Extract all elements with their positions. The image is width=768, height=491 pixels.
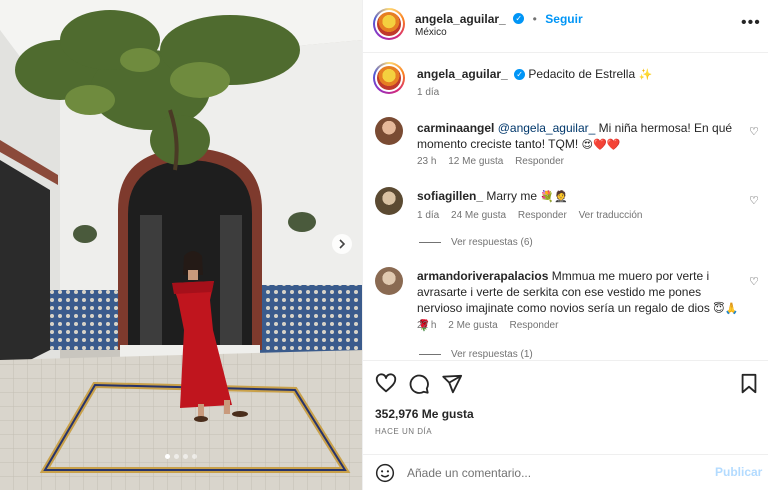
comment-username[interactable]: sofiagillen_ — [417, 189, 483, 203]
post-header: angela_aguilar_ ✓ • Seguir México ••• — [363, 0, 768, 53]
comment-icon[interactable] — [408, 373, 430, 395]
comment-meta: 1 día 24 Me gusta Responder Ver traducci… — [417, 210, 652, 221]
comment-item: sofiagillen_ Marry me 💐🤵 — [417, 188, 743, 205]
author-avatar[interactable] — [373, 8, 405, 40]
carousel-next-button[interactable] — [332, 234, 352, 254]
caption-time[interactable]: 1 día — [417, 87, 439, 98]
carousel-indicator — [0, 454, 362, 459]
comment-heart-icon[interactable]: ♡ — [749, 275, 759, 288]
view-replies-button[interactable]: Ver respuestas (6) — [419, 237, 533, 248]
verified-badge-icon: ✓ — [513, 13, 525, 25]
caption-username[interactable]: angela_aguilar_ — [417, 67, 508, 81]
reply-button[interactable]: Responder — [518, 210, 567, 221]
commenter-avatar[interactable] — [375, 117, 403, 145]
follow-button[interactable]: Seguir — [545, 12, 582, 26]
comment-meta: 23 h 12 Me gusta Responder — [417, 156, 573, 167]
comment-mention[interactable]: @angela_aguilar_ — [498, 121, 596, 135]
view-replies-label[interactable]: Ver respuestas (6) — [451, 237, 533, 248]
replies-divider — [419, 354, 441, 355]
commenter-avatar[interactable] — [375, 267, 403, 295]
emoji-icon[interactable] — [375, 463, 395, 483]
comment-time[interactable]: 22 h — [417, 320, 436, 331]
commenter-avatar[interactable] — [375, 187, 403, 215]
comment-time[interactable]: 1 día — [417, 210, 439, 221]
author-username[interactable]: angela_aguilar_ — [415, 12, 506, 26]
verified-badge-icon: ✓ — [514, 69, 526, 81]
publish-button[interactable]: Publicar — [715, 465, 762, 479]
carousel-dot — [165, 454, 170, 459]
caption-text: Pedacito de Estrella — [528, 67, 636, 81]
comment-heart-icon[interactable]: ♡ — [749, 194, 759, 207]
comment-composer: Publicar — [363, 454, 768, 491]
view-replies-button[interactable]: Ver respuestas (1) — [419, 349, 533, 359]
carousel-dot — [174, 454, 179, 459]
heart-icon[interactable] — [375, 373, 397, 395]
comment-likes[interactable]: 24 Me gusta — [451, 210, 506, 221]
bookmark-icon[interactable] — [739, 373, 759, 395]
translate-button[interactable]: Ver traducción — [579, 210, 643, 221]
comments-list[interactable]: angela_aguilar_ ✓ Pedacito de Estrella ✨… — [363, 53, 768, 359]
share-icon[interactable] — [441, 373, 463, 395]
comment-username[interactable]: armandoriverapalacios — [417, 269, 548, 283]
comment-input[interactable] — [405, 463, 709, 483]
post-photo — [0, 0, 362, 490]
carousel-dot — [183, 454, 188, 459]
caption-meta: 1 día — [417, 87, 448, 98]
replies-divider — [419, 242, 441, 243]
likes-count[interactable]: 352,976 Me gusta — [375, 407, 474, 421]
carousel-dot — [192, 454, 197, 459]
more-options-icon[interactable]: ••• — [741, 14, 761, 32]
comment-username[interactable]: carminaangel — [417, 121, 494, 135]
caption-avatar[interactable] — [373, 62, 405, 94]
comment-emoji: 💐🤵 — [540, 191, 568, 203]
comment-item: carminaangel @angela_aguilar_ Mi niña he… — [417, 120, 743, 153]
post-actions: 352,976 Me gusta HACE UN DÍA — [363, 360, 768, 441]
post-side-panel: angela_aguilar_ ✓ • Seguir México ••• an… — [362, 0, 768, 490]
comment-heart-icon[interactable]: ♡ — [749, 125, 759, 138]
caption-emoji: ✨ — [638, 69, 653, 81]
comment-text: Marry me — [486, 189, 538, 203]
comment-meta: 22 h 2 Me gusta Responder — [417, 320, 567, 331]
reply-button[interactable]: Responder — [515, 156, 564, 167]
reply-button[interactable]: Responder — [510, 320, 559, 331]
view-replies-label[interactable]: Ver respuestas (1) — [451, 349, 533, 359]
comment-likes[interactable]: 12 Me gusta — [448, 156, 503, 167]
comment-time[interactable]: 23 h — [417, 156, 436, 167]
post-image[interactable] — [0, 0, 362, 490]
caption: angela_aguilar_ ✓ Pedacito de Estrella ✨ — [417, 66, 737, 83]
post-date[interactable]: HACE UN DÍA — [375, 427, 432, 436]
comment-likes[interactable]: 2 Me gusta — [448, 320, 497, 331]
comment-emoji: 😍❤️❤️ — [581, 139, 621, 151]
post-location[interactable]: México — [415, 27, 447, 38]
chevron-right-icon — [339, 239, 346, 249]
